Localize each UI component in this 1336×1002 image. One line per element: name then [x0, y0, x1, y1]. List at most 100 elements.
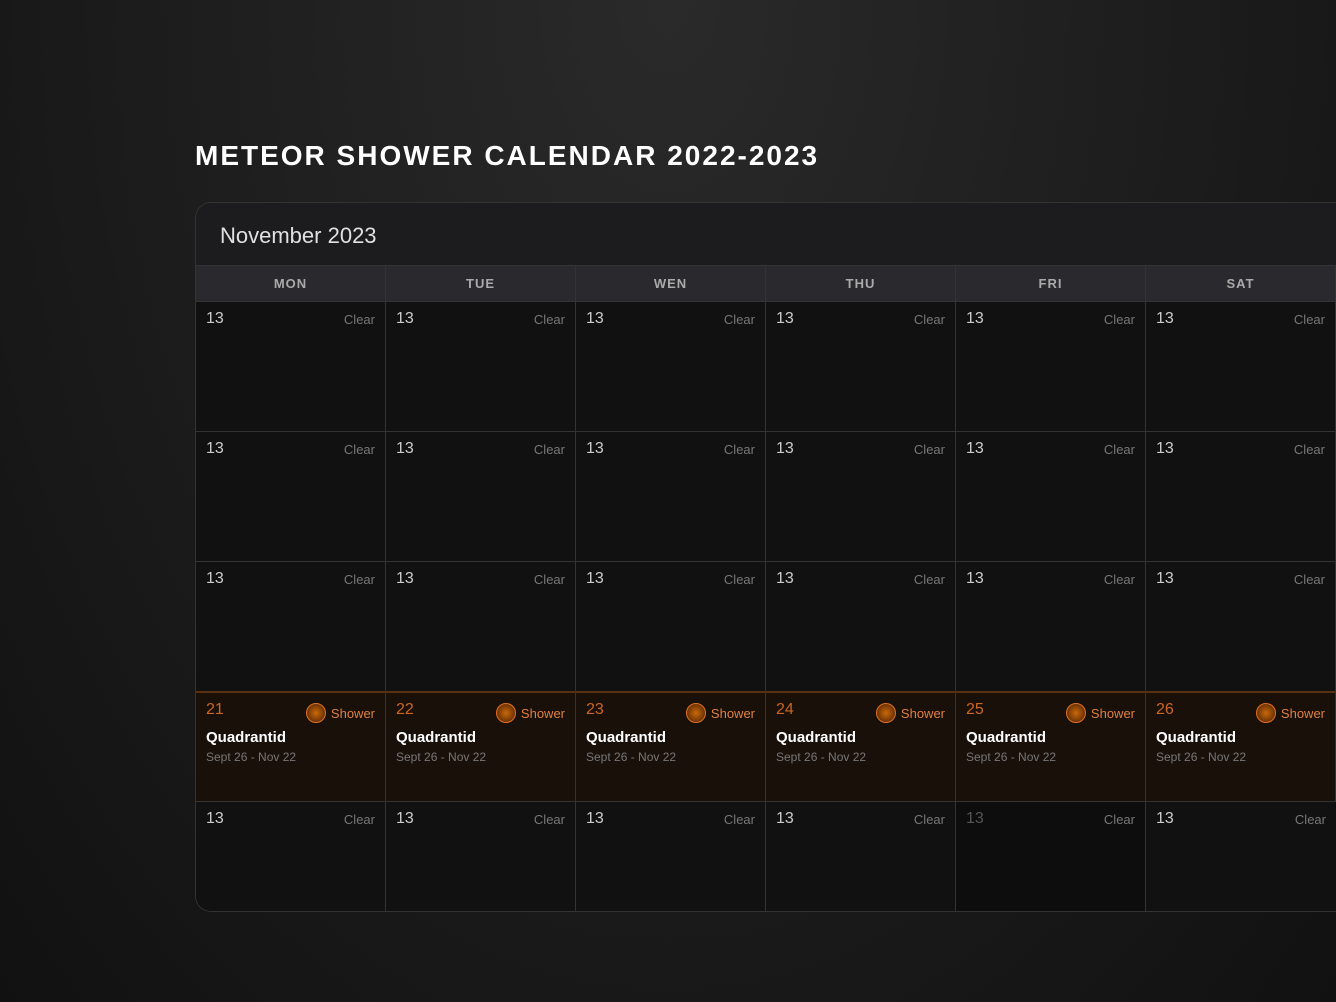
table-row: 13 Clear — [956, 431, 1146, 561]
day-number: 13 — [206, 570, 224, 588]
day-status: Clear — [1104, 442, 1135, 457]
day-status: Clear — [1104, 572, 1135, 587]
day-number: 13 — [966, 310, 984, 328]
day-row-top: 13 Clear — [966, 810, 1135, 828]
day-row-top: 13 Clear — [1156, 440, 1325, 458]
day-number: 13 — [396, 810, 414, 828]
day-row-top: 13 Clear — [966, 570, 1135, 588]
table-row: 13 Clear — [576, 801, 766, 911]
shower-badge: Shower — [1066, 703, 1135, 723]
day-header-tue: TUE — [386, 266, 576, 301]
day-number: 13 — [776, 570, 794, 588]
day-status: Clear — [1104, 312, 1135, 327]
day-row-top: 13 Clear — [586, 570, 755, 588]
day-number: 13 — [586, 440, 604, 458]
month-header: November 2023 — [196, 203, 1336, 265]
shower-label: Shower — [521, 706, 565, 721]
day-status: Clear — [724, 572, 755, 587]
day-row-top: 13 Clear — [206, 810, 375, 828]
event-date-range: Sept 26 - Nov 22 — [586, 750, 755, 764]
table-row: 13 Clear — [766, 301, 956, 431]
day-number: 13 — [396, 440, 414, 458]
shower-badge: Shower — [1256, 703, 1325, 723]
table-row: 13 Clear — [386, 801, 576, 911]
table-row: 23 Shower Quadrantid Sept 26 - Nov 22 — [576, 691, 766, 801]
event-name: Quadrantid — [966, 729, 1135, 746]
day-number: 13 — [206, 810, 224, 828]
day-number: 13 — [586, 310, 604, 328]
day-header-thu: THU — [766, 266, 956, 301]
day-row-top: 13 Clear — [776, 570, 945, 588]
shower-label: Shower — [901, 706, 945, 721]
shower-badge: Shower — [306, 703, 375, 723]
table-row: 13 Clear — [386, 561, 576, 691]
event-name: Quadrantid — [206, 729, 375, 746]
day-header-sat: SAT — [1146, 266, 1336, 301]
day-number: 13 — [206, 310, 224, 328]
table-row: 25 Shower Quadrantid Sept 26 - Nov 22 — [956, 691, 1146, 801]
meteor-shower-icon — [306, 703, 326, 723]
day-row-top: 23 Shower — [586, 701, 755, 723]
day-status: Clear — [1294, 312, 1325, 327]
event-date-range: Sept 26 - Nov 22 — [396, 750, 565, 764]
page-title: METEOR SHOWER CALENDAR 2022-2023 — [0, 0, 1336, 202]
day-status: Clear — [1295, 812, 1326, 827]
day-row-top: 13 Clear — [776, 440, 945, 458]
day-number: 25 — [966, 701, 984, 719]
day-row-top: 13 Clear — [586, 440, 755, 458]
day-number: 13 — [966, 810, 984, 828]
day-status: Clear — [344, 312, 375, 327]
day-number: 13 — [1156, 810, 1174, 828]
shower-badge: Shower — [876, 703, 945, 723]
meteor-shower-icon — [1256, 703, 1276, 723]
meteor-shower-icon — [686, 703, 706, 723]
event-name: Quadrantid — [1156, 729, 1325, 746]
meteor-shower-icon — [1066, 703, 1086, 723]
day-number: 23 — [586, 701, 604, 719]
day-row-top: 13 Clear — [396, 310, 565, 328]
calendar-container: November 2023 MON TUE WEN THU FRI SAT 13… — [195, 202, 1336, 912]
day-status: Clear — [724, 812, 755, 827]
day-status: Clear — [724, 442, 755, 457]
day-header-wen: WEN — [576, 266, 766, 301]
table-row: 13 Clear — [386, 431, 576, 561]
day-row-top: 13 Clear — [1156, 310, 1325, 328]
shower-badge: Shower — [686, 703, 755, 723]
day-status: Clear — [914, 812, 945, 827]
table-row: 13 Clear — [956, 801, 1146, 911]
meteor-shower-icon — [496, 703, 516, 723]
day-number: 13 — [206, 440, 224, 458]
day-row-top: 13 Clear — [206, 570, 375, 588]
day-number: 26 — [1156, 701, 1174, 719]
day-number: 13 — [586, 810, 604, 828]
day-row-top: 13 Clear — [206, 440, 375, 458]
table-row: 13 Clear — [196, 431, 386, 561]
day-number: 22 — [396, 701, 414, 719]
day-number: 13 — [776, 810, 794, 828]
day-number: 13 — [776, 440, 794, 458]
day-row-top: 21 Shower — [206, 701, 375, 723]
day-number: 13 — [966, 570, 984, 588]
table-row: 13 Clear — [576, 301, 766, 431]
table-row: 22 Shower Quadrantid Sept 26 - Nov 22 — [386, 691, 576, 801]
table-row: 26 Shower Quadrantid Sept 26 - Nov 22 — [1146, 691, 1336, 801]
day-status: Clear — [1294, 442, 1325, 457]
day-row-top: 13 Clear — [776, 310, 945, 328]
table-row: 13 Clear — [766, 561, 956, 691]
day-row-top: 13 Clear — [396, 440, 565, 458]
day-row-top: 13 Clear — [586, 310, 755, 328]
table-row: 13 Clear — [1146, 801, 1336, 911]
day-number: 13 — [396, 570, 414, 588]
day-row-top: 13 Clear — [1156, 810, 1326, 828]
day-row-top: 26 Shower — [1156, 701, 1325, 723]
table-row: 13 Clear — [956, 561, 1146, 691]
day-row-top: 13 Clear — [1156, 570, 1325, 588]
day-row-top: 22 Shower — [396, 701, 565, 723]
day-status: Clear — [344, 812, 375, 827]
day-row-top: 13 Clear — [776, 810, 945, 828]
calendar-grid: MON TUE WEN THU FRI SAT 13 Clear 13 Clea… — [196, 265, 1336, 911]
meteor-shower-icon — [876, 703, 896, 723]
event-name: Quadrantid — [586, 729, 755, 746]
day-status: Clear — [914, 312, 945, 327]
event-name: Quadrantid — [396, 729, 565, 746]
